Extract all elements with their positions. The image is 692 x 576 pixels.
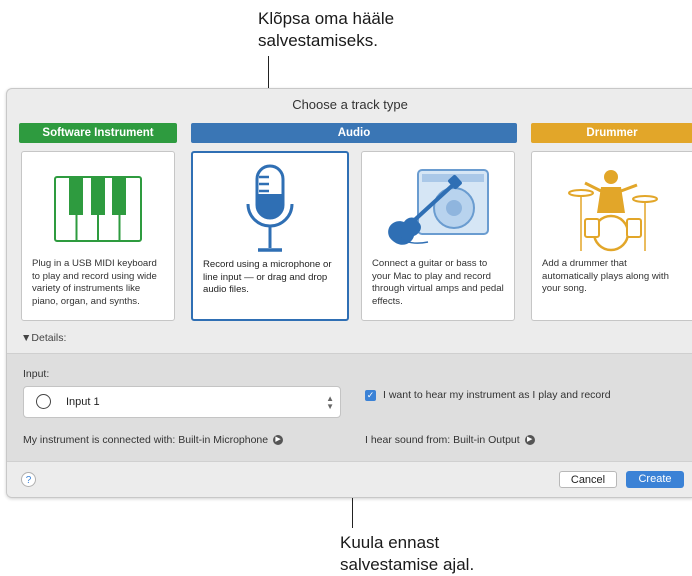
instrument-connection: My instrument is connected with: Built-i… xyxy=(23,434,284,446)
card-software-instrument[interactable]: Plug in a USB MIDI keyboard to play and … xyxy=(21,151,175,321)
callout-monitor: Kuula ennast salvestamise ajal. xyxy=(340,532,474,576)
create-button[interactable]: Create xyxy=(626,471,684,488)
card-description: Plug in a USB MIDI keyboard to play and … xyxy=(32,258,157,307)
card-description: Add a drummer that automatically plays a… xyxy=(542,258,669,294)
dialog-title: Choose a track type xyxy=(292,97,408,112)
input-label: Input: xyxy=(23,368,50,380)
cancel-button[interactable]: Cancel xyxy=(559,471,617,488)
category-drummer[interactable]: Drummer xyxy=(531,123,692,143)
callout-record-line1: Klõpsa oma hääle xyxy=(258,9,395,28)
card-drummer[interactable]: Add a drummer that automatically plays a… xyxy=(531,151,692,321)
drummer-icon xyxy=(567,170,658,252)
chevron-updown-icon: ▲ ▼ xyxy=(326,394,334,411)
monitor-checkbox[interactable]: ✓ xyxy=(365,390,376,401)
help-button[interactable]: ? xyxy=(21,472,36,487)
card-description: Connect a guitar or bass to your Mac to … xyxy=(372,258,504,307)
details-disclosure[interactable]: ▼Details: xyxy=(21,332,66,344)
category-audio[interactable]: Audio xyxy=(191,123,517,143)
instrument-connection-text: My instrument is connected with: Built-i… xyxy=(23,434,269,446)
card-microphone[interactable]: Record using a microphone or line input … xyxy=(191,151,349,321)
go-arrow-icon[interactable]: ▶ xyxy=(524,435,535,446)
card-guitar-bass[interactable]: Connect a guitar or bass to your Mac to … xyxy=(361,151,515,321)
go-arrow-icon[interactable]: ▶ xyxy=(273,435,284,446)
dialog-footer: ? Cancel Create xyxy=(7,461,692,497)
callout-monitor-line2: salvestamise ajal. xyxy=(340,555,475,574)
monitor-checkbox-label[interactable]: I want to hear my instrument as I play a… xyxy=(383,389,611,401)
new-track-dialog: Choose a track type Software Instrument … xyxy=(6,88,692,498)
input-status-icon xyxy=(36,394,51,409)
category-software-instrument[interactable]: Software Instrument xyxy=(19,123,177,143)
callout-record: Klõpsa oma hääle salvestamiseks. xyxy=(258,8,394,52)
microphone-icon xyxy=(246,164,294,252)
card-description: Record using a microphone or line input … xyxy=(203,259,332,295)
callout-record-line2: salvestamiseks. xyxy=(258,31,378,50)
guitar-amp-icon xyxy=(388,169,489,245)
input-select-value: Input 1 xyxy=(66,396,100,408)
output-connection-text: I hear sound from: Built-in Output xyxy=(365,434,520,446)
callout-monitor-line1: Kuula ennast xyxy=(340,533,440,552)
output-connection: I hear sound from: Built-in Output ▶ xyxy=(365,434,535,446)
input-select[interactable]: Input 1 ▲ ▼ xyxy=(23,386,341,418)
details-panel: Input: Input 1 ▲ ▼ ✓ I want to hear my in… xyxy=(7,353,692,462)
piano-keyboard-icon xyxy=(54,176,142,242)
